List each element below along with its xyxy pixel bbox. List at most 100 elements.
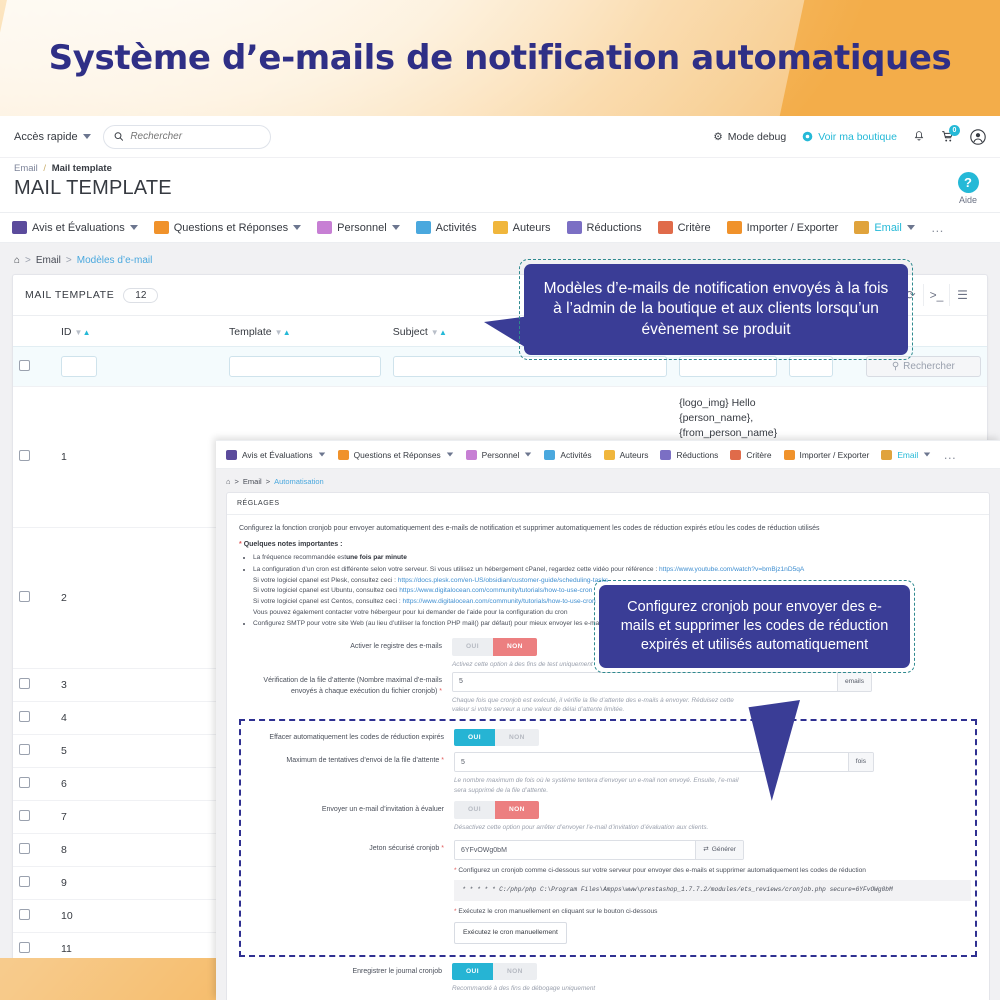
max-attempts-unit: fois <box>847 753 873 771</box>
breadcrumb-chevron: > <box>265 477 271 486</box>
modnav-item-activit-s[interactable]: Activités <box>415 221 477 234</box>
row-checkbox-cell <box>13 800 55 834</box>
queue-check-input[interactable] <box>453 673 837 691</box>
row-checkbox[interactable] <box>19 809 30 821</box>
row-checkbox[interactable] <box>19 842 30 854</box>
banner-title: Système d’e-mails de notification automa… <box>48 38 952 78</box>
filter-id-input[interactable] <box>61 356 97 377</box>
sort-arrows-icon[interactable]: ▼ ▲ <box>75 328 91 337</box>
column-header-template[interactable]: Template ▼ ▲ <box>223 316 387 347</box>
modnav-item-activit-s[interactable]: Activités <box>544 449 592 460</box>
send-invitation-yes[interactable]: OUI <box>454 801 495 819</box>
asterisk-icon: * <box>454 866 457 874</box>
log-journal-yes[interactable]: OUI <box>452 962 493 981</box>
modnav-icon <box>660 449 672 460</box>
console-icon[interactable]: >_ <box>923 284 949 306</box>
queue-check-hint: Chaque fois que cronjob est exécuté, il … <box>452 696 734 714</box>
modnav-item-questions-et-r-ponses[interactable]: Questions et Réponses <box>337 449 454 460</box>
modnav-item-importer-exporter[interactable]: Importer / Exporter <box>783 449 869 460</box>
card-title: MAIL TEMPLATE <box>25 289 115 301</box>
breadcrumb-level2[interactable]: Automatisation <box>274 477 324 486</box>
notifications-bell-button[interactable] <box>913 130 925 143</box>
sort-arrows-icon[interactable]: ▼ ▲ <box>275 328 291 337</box>
breadcrumb-level1[interactable]: Email <box>243 477 262 486</box>
modnav-item-auteurs[interactable]: Auteurs <box>603 449 648 460</box>
modnav-icon <box>657 221 673 234</box>
row-checkbox-cell <box>13 767 55 801</box>
search-box[interactable] <box>102 124 271 149</box>
sub-note-link[interactable]: https://docs.plesk.com/en-US/obsidian/cu… <box>398 577 608 584</box>
quick-access-menu[interactable]: Accès rapide <box>14 131 91 143</box>
cron-token-input-group[interactable]: ⇄ Générer <box>454 840 744 860</box>
cart-button[interactable]: 0 <box>941 125 960 143</box>
log-journal-hint: Recommandé à des fins de débogage unique… <box>452 985 596 993</box>
modnav-label: Personnel <box>337 221 387 234</box>
notes-title: * Quelques notes importantes : <box>239 540 977 550</box>
cron-token-input[interactable] <box>455 841 696 859</box>
modnav-item-personnel[interactable]: Personnel <box>317 221 400 234</box>
auto-clear-yes[interactable]: OUI <box>454 728 495 747</box>
row-checkbox[interactable] <box>19 710 30 722</box>
send-invitation-row: Envoyer un e-mail d’invitation à évaluer… <box>241 801 971 832</box>
modnav-icon <box>881 449 893 460</box>
modnav-item-email[interactable]: Email <box>854 221 915 234</box>
modnav-overflow-button[interactable]: … <box>943 447 958 462</box>
enable-log-yes[interactable]: OUI <box>452 637 493 656</box>
enable-log-no[interactable]: NON <box>492 637 537 656</box>
send-invitation-toggle[interactable]: OUI NON <box>454 801 539 819</box>
max-attempts-input-group[interactable]: fois <box>454 752 874 772</box>
modnav-item-r-ductions[interactable]: Réductions <box>566 221 642 234</box>
generate-token-button[interactable]: ⇄ Générer <box>695 841 743 859</box>
row-checkbox[interactable] <box>19 590 30 602</box>
column-header-id[interactable]: ID ▼ ▲ <box>55 316 223 347</box>
row-checkbox[interactable] <box>19 941 30 953</box>
filter-template-input[interactable] <box>229 356 381 377</box>
modnav-label: Critère <box>746 449 772 460</box>
modnav-item-email[interactable]: Email <box>881 449 931 460</box>
modnav-item-crit-re[interactable]: Critère <box>657 221 711 234</box>
modnav-label: Réductions <box>676 449 719 460</box>
breadcrumb-top-parent[interactable]: Email <box>14 163 38 174</box>
run-cron-manually-button[interactable]: Exécutez le cron manuellement <box>454 922 567 944</box>
modnav-item-avis-et-valuations[interactable]: Avis et Évaluations <box>226 449 326 460</box>
send-invitation-no[interactable]: NON <box>494 801 539 819</box>
modnav-item-personnel[interactable]: Personnel <box>465 449 533 460</box>
view-shop-link[interactable]: Voir ma boutique <box>802 131 897 143</box>
home-icon[interactable]: ⌂ <box>14 255 20 266</box>
modnav-label: Critère <box>677 221 711 234</box>
row-checkbox[interactable] <box>19 908 30 920</box>
modnav-overflow-button[interactable]: … <box>931 220 946 235</box>
home-icon[interactable]: ⌂ <box>226 477 231 486</box>
debug-mode-button[interactable]: ⚙ Mode debug <box>713 131 786 143</box>
row-checkbox[interactable] <box>19 743 30 755</box>
sub-note-link[interactable]: https://www.digitalocean.com/community/t… <box>403 598 596 605</box>
breadcrumb-level1[interactable]: Email <box>36 255 61 266</box>
modnav-item-avis-et-valuations[interactable]: Avis et Évaluations <box>12 221 138 234</box>
sort-arrows-icon[interactable]: ▼ ▲ <box>431 328 447 337</box>
log-journal-toggle[interactable]: OUI NON <box>452 962 537 981</box>
modnav-item-r-ductions[interactable]: Réductions <box>660 449 719 460</box>
user-avatar-icon[interactable] <box>970 128 986 145</box>
enable-log-toggle[interactable]: OUI NON <box>452 637 537 656</box>
modnav-item-crit-re[interactable]: Critère <box>730 449 772 460</box>
sub-note-link[interactable]: https://www.digitalocean.com/community/t… <box>399 587 592 594</box>
row-checkbox[interactable] <box>19 677 30 689</box>
auto-clear-no[interactable]: NON <box>494 728 539 747</box>
database-icon[interactable]: ☰ <box>949 284 975 306</box>
search-input[interactable] <box>130 131 260 142</box>
modnav-item-importer-exporter[interactable]: Importer / Exporter <box>726 221 838 234</box>
select-all-checkbox[interactable] <box>19 359 30 371</box>
breadcrumb-level2[interactable]: Modèles d’e-mail <box>77 255 153 266</box>
row-checkbox[interactable] <box>19 776 30 788</box>
log-journal-no[interactable]: NON <box>492 962 537 981</box>
auto-clear-toggle[interactable]: OUI NON <box>454 728 539 747</box>
modnav-item-questions-et-r-ponses[interactable]: Questions et Réponses <box>153 221 302 234</box>
note-link[interactable]: https://www.youtube.com/watch?v=bmBjz1nD… <box>659 566 804 573</box>
help-button[interactable]: ? Aide <box>946 172 990 205</box>
cron-token-label-text: Jeton sécurisé cronjob <box>369 845 440 853</box>
modnav-icon <box>544 449 556 460</box>
row-checkbox[interactable] <box>19 875 30 887</box>
modnav-item-auteurs[interactable]: Auteurs <box>492 221 551 234</box>
row-checkbox[interactable] <box>19 449 30 461</box>
queue-check-input-group[interactable]: emails <box>452 672 872 692</box>
